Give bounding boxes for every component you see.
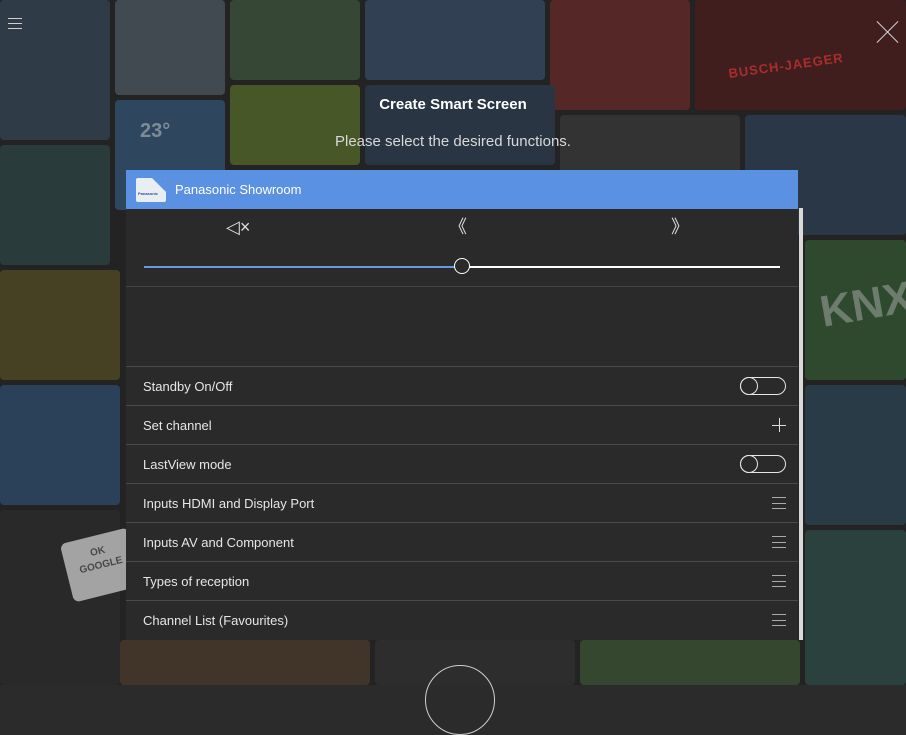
media-controls: ◁× 《 》 (126, 209, 798, 247)
toggle-switch[interactable] (740, 377, 786, 395)
device-name: Panasonic Showroom (175, 182, 302, 197)
function-row[interactable]: Inputs HDMI and Display Port (126, 483, 798, 522)
toggle-switch[interactable] (740, 455, 786, 473)
function-row[interactable]: Standby On/Off (126, 366, 798, 405)
function-row[interactable]: LastView mode (126, 444, 798, 483)
previous-icon[interactable]: 《 (449, 217, 467, 237)
page-subtitle: Please select the desired functions. (335, 133, 571, 150)
function-label: Types of reception (143, 573, 250, 589)
volume-slider[interactable] (144, 258, 780, 274)
list-menu-icon[interactable] (772, 614, 786, 626)
function-row[interactable]: Types of reception (126, 561, 798, 600)
divider (126, 286, 798, 287)
function-list: Standby On/Off Set channel LastView mode In… (126, 366, 798, 639)
logo-text: Panasonic (138, 190, 159, 196)
panasonic-logo-icon: Panasonic (136, 177, 166, 202)
next-icon[interactable]: 》 (671, 217, 689, 237)
function-row[interactable]: Set channel (126, 405, 798, 444)
device-header[interactable]: Panasonic Panasonic Showroom (126, 170, 798, 209)
slider-handle[interactable] (454, 258, 470, 274)
list-menu-icon[interactable] (772, 536, 786, 548)
mute-icon[interactable]: ◁× (226, 217, 250, 237)
hamburger-menu-icon[interactable] (8, 18, 22, 32)
device-panel: Panasonic Panasonic Showroom ◁× 《 》 Stan… (126, 170, 798, 640)
list-menu-icon[interactable] (772, 497, 786, 509)
bottom-action-button[interactable] (425, 665, 495, 735)
function-label: Inputs HDMI and Display Port (143, 495, 315, 511)
function-row[interactable]: Channel List (Favourites) (126, 600, 798, 639)
page-title: Create Smart Screen (379, 96, 527, 113)
function-row[interactable]: Inputs AV and Component (126, 522, 798, 561)
slider-fill (144, 266, 462, 268)
close-icon[interactable] (876, 20, 900, 44)
function-label: Inputs AV and Component (143, 534, 294, 550)
function-label: Set channel (143, 417, 212, 433)
function-label: Channel List (Favourites) (143, 612, 289, 628)
scrollbar[interactable] (799, 208, 803, 640)
list-menu-icon[interactable] (772, 575, 786, 587)
function-label: Standby On/Off (143, 378, 233, 394)
plus-icon[interactable] (772, 418, 786, 432)
function-label: LastView mode (143, 456, 232, 472)
